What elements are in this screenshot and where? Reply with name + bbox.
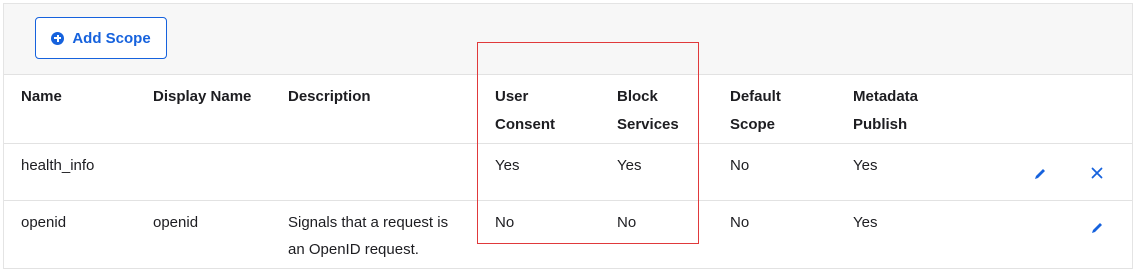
add-scope-label: Add Scope	[72, 29, 151, 47]
toolbar: Add Scope	[4, 4, 1132, 75]
edit-icon[interactable]	[1030, 164, 1050, 184]
add-scope-button[interactable]: Add Scope	[35, 17, 167, 59]
cell-name: openid	[21, 214, 67, 231]
header-description[interactable]: Description	[288, 83, 371, 111]
cell-description-line1: Signals that a request is	[288, 214, 449, 231]
cell-user-consent: No	[495, 214, 515, 231]
cell-block-services: Yes	[617, 157, 642, 174]
cell-metadata-publish: Yes	[853, 214, 878, 231]
plus-circle-icon	[51, 31, 65, 45]
cell-default-scope: No	[730, 214, 750, 231]
header-default-scope-line1: Default	[730, 88, 781, 105]
header-block-services-line2: Services	[617, 116, 679, 133]
header-display-name[interactable]: Display Name	[153, 83, 251, 111]
cell-display-name: openid	[153, 214, 199, 231]
cell-block-services: No	[617, 214, 637, 231]
header-user-consent-line2: Consent	[495, 116, 555, 133]
header-metadata-publish-line2: Publish	[853, 116, 908, 133]
edit-icon[interactable]	[1087, 218, 1107, 238]
row-divider	[4, 200, 1132, 201]
row-divider	[4, 268, 1132, 269]
header-metadata-publish-line1: Metadata	[853, 88, 919, 105]
cell-user-consent: Yes	[495, 157, 520, 174]
header-default-scope-line2: Scope	[730, 116, 776, 133]
row-divider	[4, 143, 1132, 144]
cell-default-scope: No	[730, 157, 750, 174]
header-user-consent-line1: User	[495, 88, 529, 105]
cell-name: health_info	[21, 157, 95, 174]
cell-metadata-publish: Yes	[853, 157, 878, 174]
close-icon[interactable]	[1087, 163, 1107, 183]
cell-description-line2: an OpenID request.	[288, 241, 419, 258]
header-block-services-line1: Block	[617, 88, 658, 105]
header-name[interactable]: Name	[21, 83, 62, 111]
